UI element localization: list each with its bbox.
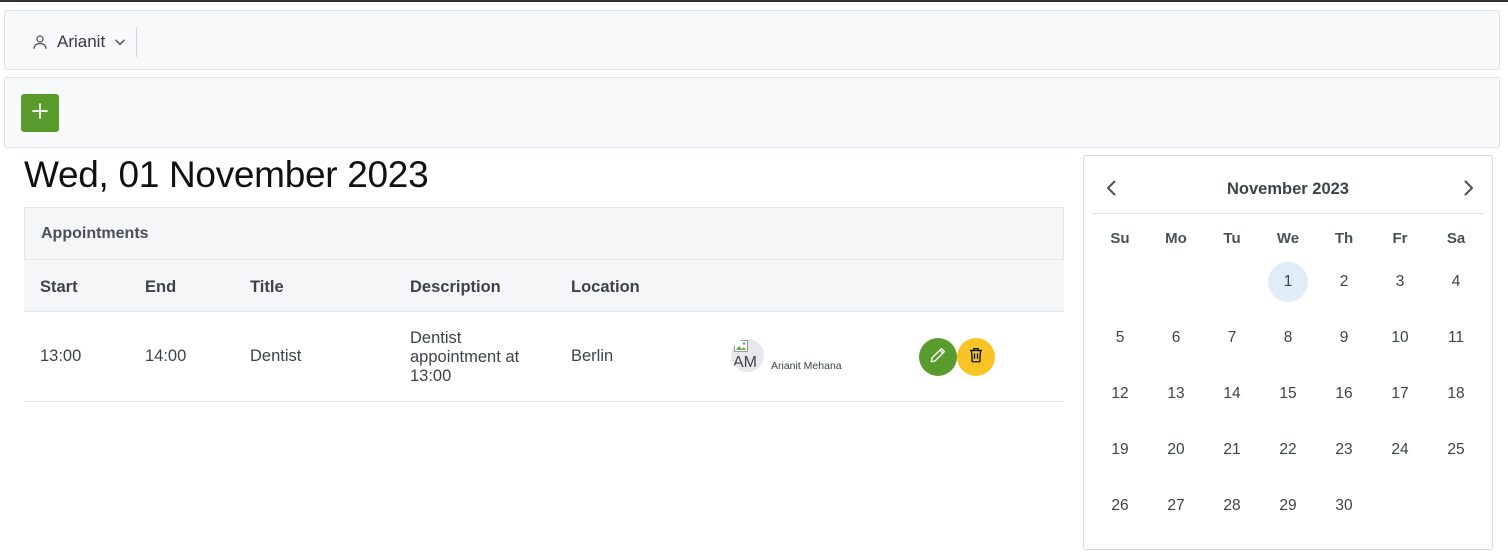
cell-description: Dentist appointment at 13:00 xyxy=(410,329,520,385)
calendar-day-3[interactable]: 3 xyxy=(1380,262,1420,302)
appointments-header-label: Appointments xyxy=(41,224,149,242)
column-end: End xyxy=(145,278,177,296)
column-location: Location xyxy=(571,278,640,296)
weekday-sa: Sa xyxy=(1446,230,1466,247)
calendar-day-28[interactable]: 28 xyxy=(1212,486,1252,526)
calendar-day-23[interactable]: 23 xyxy=(1324,430,1364,470)
calendar-day-10[interactable]: 10 xyxy=(1380,318,1420,358)
calendar-day-14[interactable]: 14 xyxy=(1212,374,1252,414)
calendar-day-21[interactable]: 21 xyxy=(1212,430,1252,470)
calendar-day-16[interactable]: 16 xyxy=(1324,374,1364,414)
broken-image-icon xyxy=(734,340,748,352)
column-start: Start xyxy=(40,278,78,296)
weekday-we: We xyxy=(1276,230,1300,247)
owner-name: Arianit Mehana xyxy=(771,360,842,372)
calendar-day-5[interactable]: 5 xyxy=(1100,318,1140,358)
user-menu-dropdown[interactable]: Arianit xyxy=(31,29,127,55)
calendar-day-9[interactable]: 9 xyxy=(1324,318,1364,358)
calendar-day-4[interactable]: 4 xyxy=(1436,262,1476,302)
calendar-day-19[interactable]: 19 xyxy=(1100,430,1140,470)
month-calendar: November 2023 Su Mo Tu We Th Fr Sa 1 2 3 4 5 6 7 8 9 10 1… xyxy=(1083,155,1493,550)
calendar-day-18[interactable]: 18 xyxy=(1436,374,1476,414)
delete-button[interactable] xyxy=(957,338,995,376)
trash-icon xyxy=(967,346,985,369)
chevron-down-icon xyxy=(113,35,127,49)
toolbar xyxy=(4,77,1500,148)
calendar-day-25[interactable]: 25 xyxy=(1436,430,1476,470)
weekday-tu: Tu xyxy=(1223,230,1241,247)
navbar-divider xyxy=(136,27,137,57)
table-header: Start End Title Description Location xyxy=(24,259,1064,312)
table-row: 13:00 14:00 Dentist Dentist appointment … xyxy=(24,312,1064,402)
calendar-day-20[interactable]: 20 xyxy=(1156,430,1196,470)
edit-button[interactable] xyxy=(919,338,957,376)
calendar-day-29[interactable]: 29 xyxy=(1268,486,1308,526)
cell-start: 13:00 xyxy=(40,347,82,365)
calendar-header: November 2023 xyxy=(1092,156,1484,214)
page-title: Wed, 01 November 2023 xyxy=(24,154,429,195)
avatar: AM xyxy=(731,339,764,372)
plus-icon xyxy=(30,101,50,126)
calendar-day-6[interactable]: 6 xyxy=(1156,318,1196,358)
calendar-day-15[interactable]: 15 xyxy=(1268,374,1308,414)
column-title: Title xyxy=(250,278,284,296)
avatar-initials: AM xyxy=(733,354,757,371)
pencil-icon xyxy=(929,346,947,369)
calendar-day-8[interactable]: 8 xyxy=(1268,318,1308,358)
weekday-th: Th xyxy=(1334,230,1354,247)
calendar-day-12[interactable]: 12 xyxy=(1100,374,1140,414)
calendar-day-2[interactable]: 2 xyxy=(1324,262,1364,302)
cell-location: Berlin xyxy=(571,347,614,365)
user-icon xyxy=(31,33,49,51)
navbar: Arianit xyxy=(4,10,1500,70)
calendar-month-title: November 2023 xyxy=(1227,180,1349,198)
calendar-day-27[interactable]: 27 xyxy=(1156,486,1196,526)
calendar-day-11[interactable]: 11 xyxy=(1436,318,1476,358)
chevron-right-icon[interactable] xyxy=(1458,178,1478,198)
calendar-day-17[interactable]: 17 xyxy=(1380,374,1420,414)
user-name: Arianit xyxy=(57,32,106,51)
cell-end: 14:00 xyxy=(145,347,187,365)
appointments-header: Appointments xyxy=(24,207,1064,259)
appointments-panel: Appointments Start End Title Description… xyxy=(24,207,1064,402)
cell-title: Dentist xyxy=(250,347,302,365)
calendar-day-22[interactable]: 22 xyxy=(1268,430,1308,470)
weekday-fr: Fr xyxy=(1392,230,1408,247)
weekday-su: Su xyxy=(1110,230,1130,247)
calendar-day-24[interactable]: 24 xyxy=(1380,430,1420,470)
calendar-day-26[interactable]: 26 xyxy=(1100,486,1140,526)
weekday-mo: Mo xyxy=(1165,230,1187,247)
calendar-day-30[interactable]: 30 xyxy=(1324,486,1364,526)
top-border xyxy=(0,0,1508,2)
calendar-day-1[interactable]: 1 xyxy=(1268,262,1308,302)
add-appointment-button[interactable] xyxy=(21,94,59,132)
calendar-day-7[interactable]: 7 xyxy=(1212,318,1252,358)
calendar-day-13[interactable]: 13 xyxy=(1156,374,1196,414)
column-description: Description xyxy=(410,278,501,296)
